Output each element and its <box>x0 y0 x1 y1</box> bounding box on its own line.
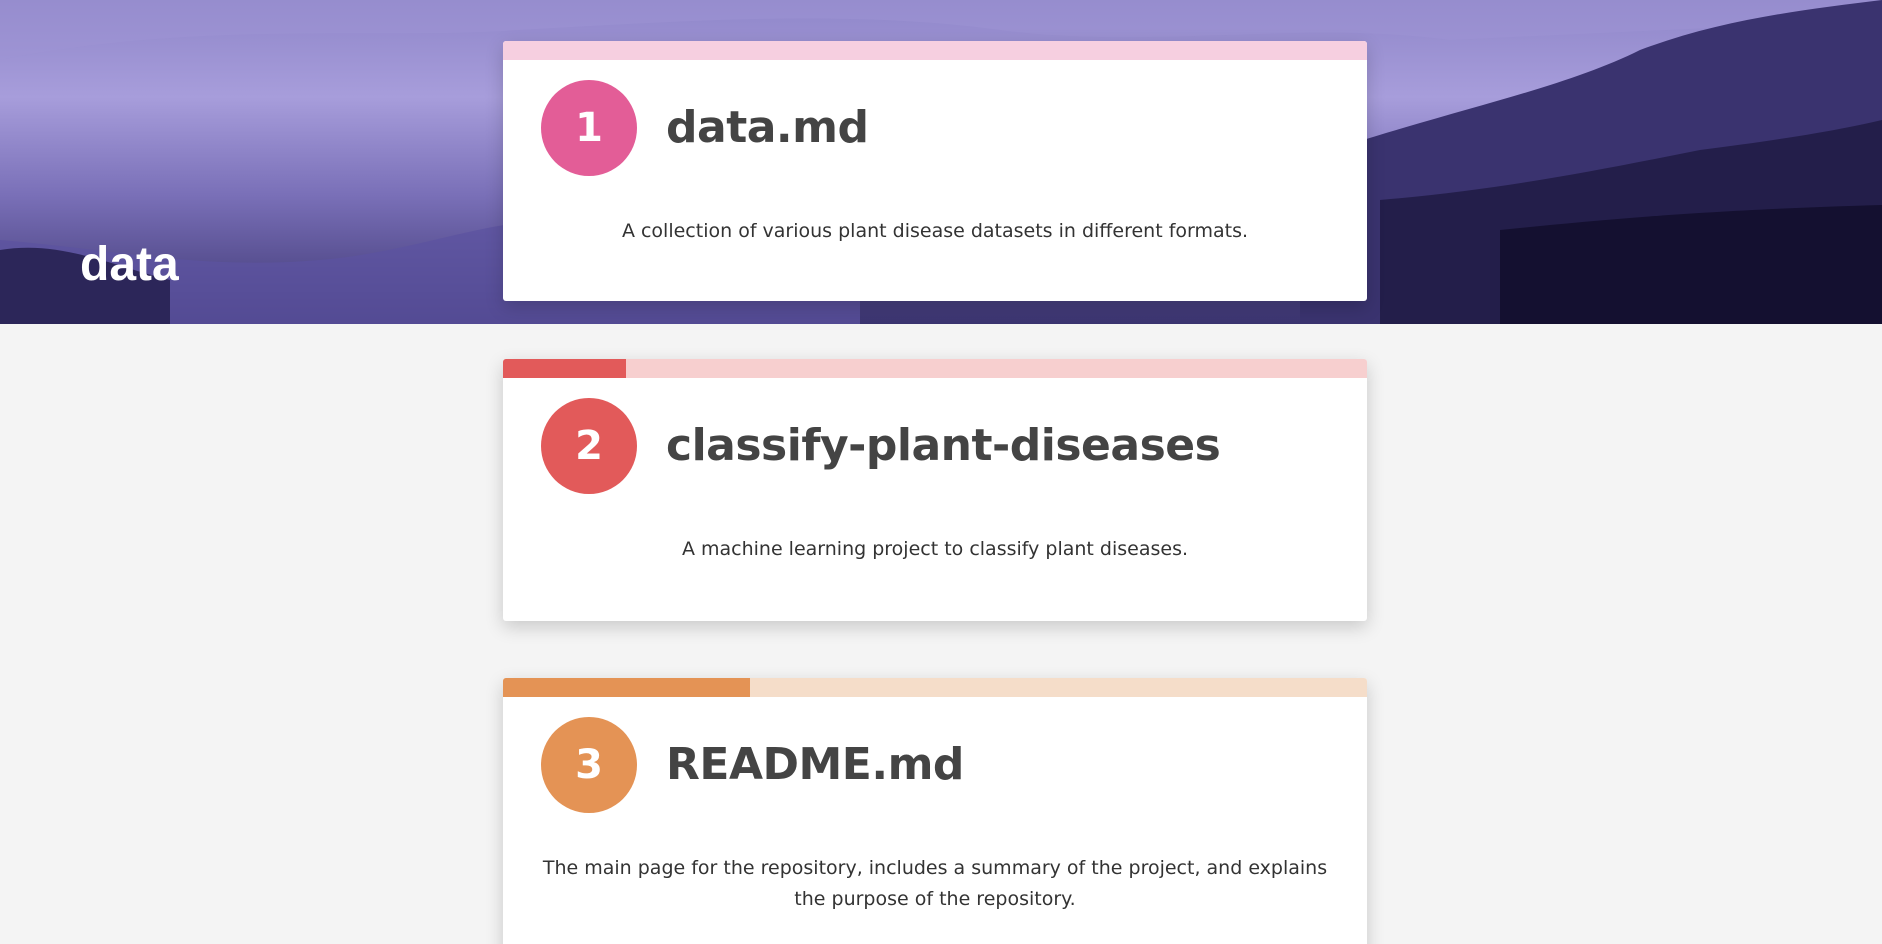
card-description: A machine learning project to classify p… <box>681 538 1189 560</box>
page-title: data <box>80 238 179 291</box>
card-description: A collection of various plant disease da… <box>621 220 1249 242</box>
card-description: The main page for the repository, includ… <box>542 857 1328 910</box>
file-card[interactable]: 1 data.md A collection of various plant … <box>503 41 1367 301</box>
file-card[interactable]: 3 README.md The main page for the reposi… <box>503 678 1367 944</box>
progress-bar <box>503 359 1367 378</box>
progress-bar <box>503 678 1367 697</box>
progress-bar-fill <box>503 359 626 378</box>
step-number-badge: 3 <box>541 717 637 813</box>
card-title[interactable]: classify-plant-diseases <box>666 398 1221 494</box>
progress-bar <box>503 41 1367 60</box>
step-number-badge: 2 <box>541 398 637 494</box>
progress-bar-fill <box>503 678 751 697</box>
page: data 1 data.md A collection of various p… <box>0 0 1882 944</box>
step-number-badge: 1 <box>541 80 637 176</box>
card-title[interactable]: data.md <box>666 80 869 176</box>
card-title[interactable]: README.md <box>666 717 964 813</box>
file-card[interactable]: 2 classify-plant-diseases A machine lear… <box>503 359 1367 621</box>
